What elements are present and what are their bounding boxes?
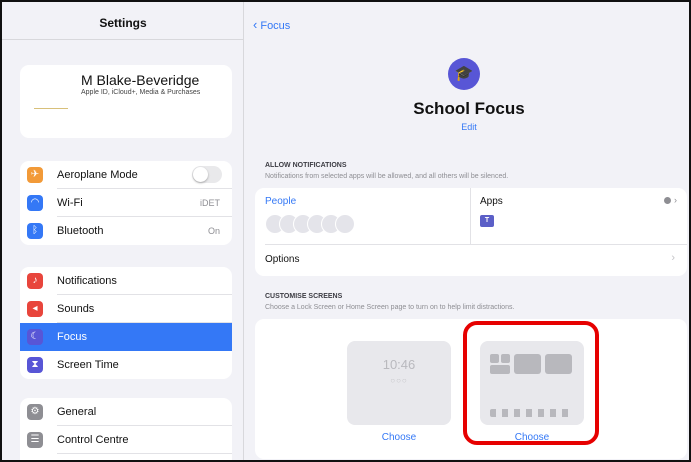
gear-icon: ⚙ xyxy=(27,404,43,420)
sidebar-item-label: Aeroplane Mode xyxy=(57,169,138,181)
page-title: School Focus xyxy=(413,99,525,118)
settings-group-connectivity: ✈ Aeroplane Mode ◠ Wi-Fi iDET ᛒ Bluetoot… xyxy=(20,161,232,245)
widget-icon xyxy=(545,354,572,374)
airplane-icon: ✈ xyxy=(27,167,43,183)
hourglass-icon: ⧗ xyxy=(27,357,43,373)
graduation-cap-icon: 🎓 xyxy=(448,58,480,90)
teams-app-icon: T xyxy=(480,215,494,227)
choose-lock-screen-button[interactable]: Choose xyxy=(347,432,451,443)
widget-icon xyxy=(490,354,499,363)
profile-subtitle: Apple ID, iCloud+, Media & Purchases xyxy=(81,89,201,96)
apple-id-profile[interactable]: M Blake-Beveridge Apple ID, iCloud+, Med… xyxy=(20,65,232,138)
sidebar-item-focus[interactable]: ☾ Focus xyxy=(20,323,232,351)
sidebar-item-control-centre[interactable]: ☰ Control Centre xyxy=(20,426,232,454)
edit-button[interactable]: Edit xyxy=(245,122,689,132)
sidebar-item-label: General xyxy=(57,406,97,418)
widget-icon xyxy=(501,354,510,363)
aeroplane-mode-toggle[interactable] xyxy=(192,166,222,183)
back-button[interactable]: ‹ Focus xyxy=(253,17,290,32)
sidebar-item-label: Bluetooth xyxy=(57,225,104,237)
lock-screen-time: 10:46 xyxy=(382,357,416,372)
lock-screen-preview[interactable]: 10:46 ○○○ xyxy=(347,341,451,425)
chevron-right-icon: › xyxy=(674,195,677,205)
chevron-left-icon: ‹ xyxy=(253,17,258,32)
home-screen-preview[interactable] xyxy=(480,341,584,425)
sidebar-item-label: Wi-Fi xyxy=(57,197,83,209)
apps-disclosure[interactable]: › xyxy=(664,195,677,205)
sidebar-item-next[interactable] xyxy=(20,454,232,460)
profile-name: M Blake-Beveridge xyxy=(81,72,200,88)
allow-notifications-heading: ALLOW NOTIFICATIONS xyxy=(265,162,347,169)
customise-screens-description: Choose a Lock Screen or Home Screen page… xyxy=(265,304,515,311)
bell-icon: ♪ xyxy=(27,273,43,289)
sidebar-item-label: Focus xyxy=(57,331,87,343)
sliders-icon: ☰ xyxy=(27,432,43,448)
sidebar-item-label: Control Centre xyxy=(57,434,129,446)
sidebar-item-label: Notifications xyxy=(57,275,117,287)
choose-home-screen-button[interactable]: Choose xyxy=(480,432,584,443)
lock-screen-widgets-icon: ○○○ xyxy=(390,376,408,385)
row-divider xyxy=(265,244,687,245)
sidebar-item-wifi[interactable]: ◠ Wi-Fi iDET xyxy=(20,189,232,217)
allow-notifications-description: Notifications from selected apps will be… xyxy=(265,173,509,180)
bluetooth-icon: ᛒ xyxy=(27,223,43,239)
sidebar-item-notifications[interactable]: ♪ Notifications xyxy=(20,267,232,295)
settings-group-focus: ♪ Notifications ◂ Sounds ☾ Focus ⧗ Scree… xyxy=(20,267,232,379)
sidebar-item-screen-time[interactable]: ⧗ Screen Time xyxy=(20,351,232,379)
widget-icon xyxy=(514,354,541,374)
status-dot-icon xyxy=(664,197,671,204)
sidebar-title: Settings xyxy=(99,16,147,30)
avatar xyxy=(335,214,355,234)
customise-screens-card: 10:46 ○○○ Choose Choose xyxy=(255,319,687,459)
wifi-icon: ◠ xyxy=(27,195,43,211)
sidebar-title-divider xyxy=(2,39,243,40)
widget-icon xyxy=(490,365,510,374)
sidebar-item-general[interactable]: ⚙ General xyxy=(20,398,232,426)
customise-screens-heading: CUSTOMISE SCREENS xyxy=(265,293,343,300)
screen-frame: Settings M Blake-Beveridge Apple ID, iCl… xyxy=(0,0,691,462)
sidebar-item-label: Screen Time xyxy=(57,359,119,371)
speaker-icon: ◂ xyxy=(27,301,43,317)
options-row[interactable]: Options xyxy=(265,254,299,265)
avatar xyxy=(34,108,68,109)
sidebar-item-label: Sounds xyxy=(57,303,95,315)
sidebar-item-aeroplane-mode[interactable]: ✈ Aeroplane Mode xyxy=(20,161,232,189)
back-label: Focus xyxy=(260,20,291,32)
dock-icons xyxy=(490,409,574,417)
toggle-knob xyxy=(193,167,208,182)
people-avatars[interactable] xyxy=(265,214,355,234)
focus-detail-panel: ‹ Focus 🎓 School Focus Edit ALLOW NOTIFIC… xyxy=(245,2,689,460)
wifi-network-value: iDET xyxy=(200,198,220,208)
sidebar-item-sounds[interactable]: ◂ Sounds xyxy=(20,295,232,323)
column-divider xyxy=(470,188,471,244)
moon-icon: ☾ xyxy=(27,329,43,345)
apps-button[interactable]: Apps xyxy=(480,196,503,207)
settings-sidebar: Settings M Blake-Beveridge Apple ID, iCl… xyxy=(2,2,244,460)
allow-notifications-card: People Apps › T Options › xyxy=(255,188,687,276)
sidebar-item-bluetooth[interactable]: ᛒ Bluetooth On xyxy=(20,217,232,245)
people-button[interactable]: People xyxy=(265,196,296,207)
settings-group-general: ⚙ General ☰ Control Centre xyxy=(20,398,232,460)
bluetooth-status-value: On xyxy=(207,226,220,236)
chevron-right-icon: › xyxy=(671,252,675,264)
